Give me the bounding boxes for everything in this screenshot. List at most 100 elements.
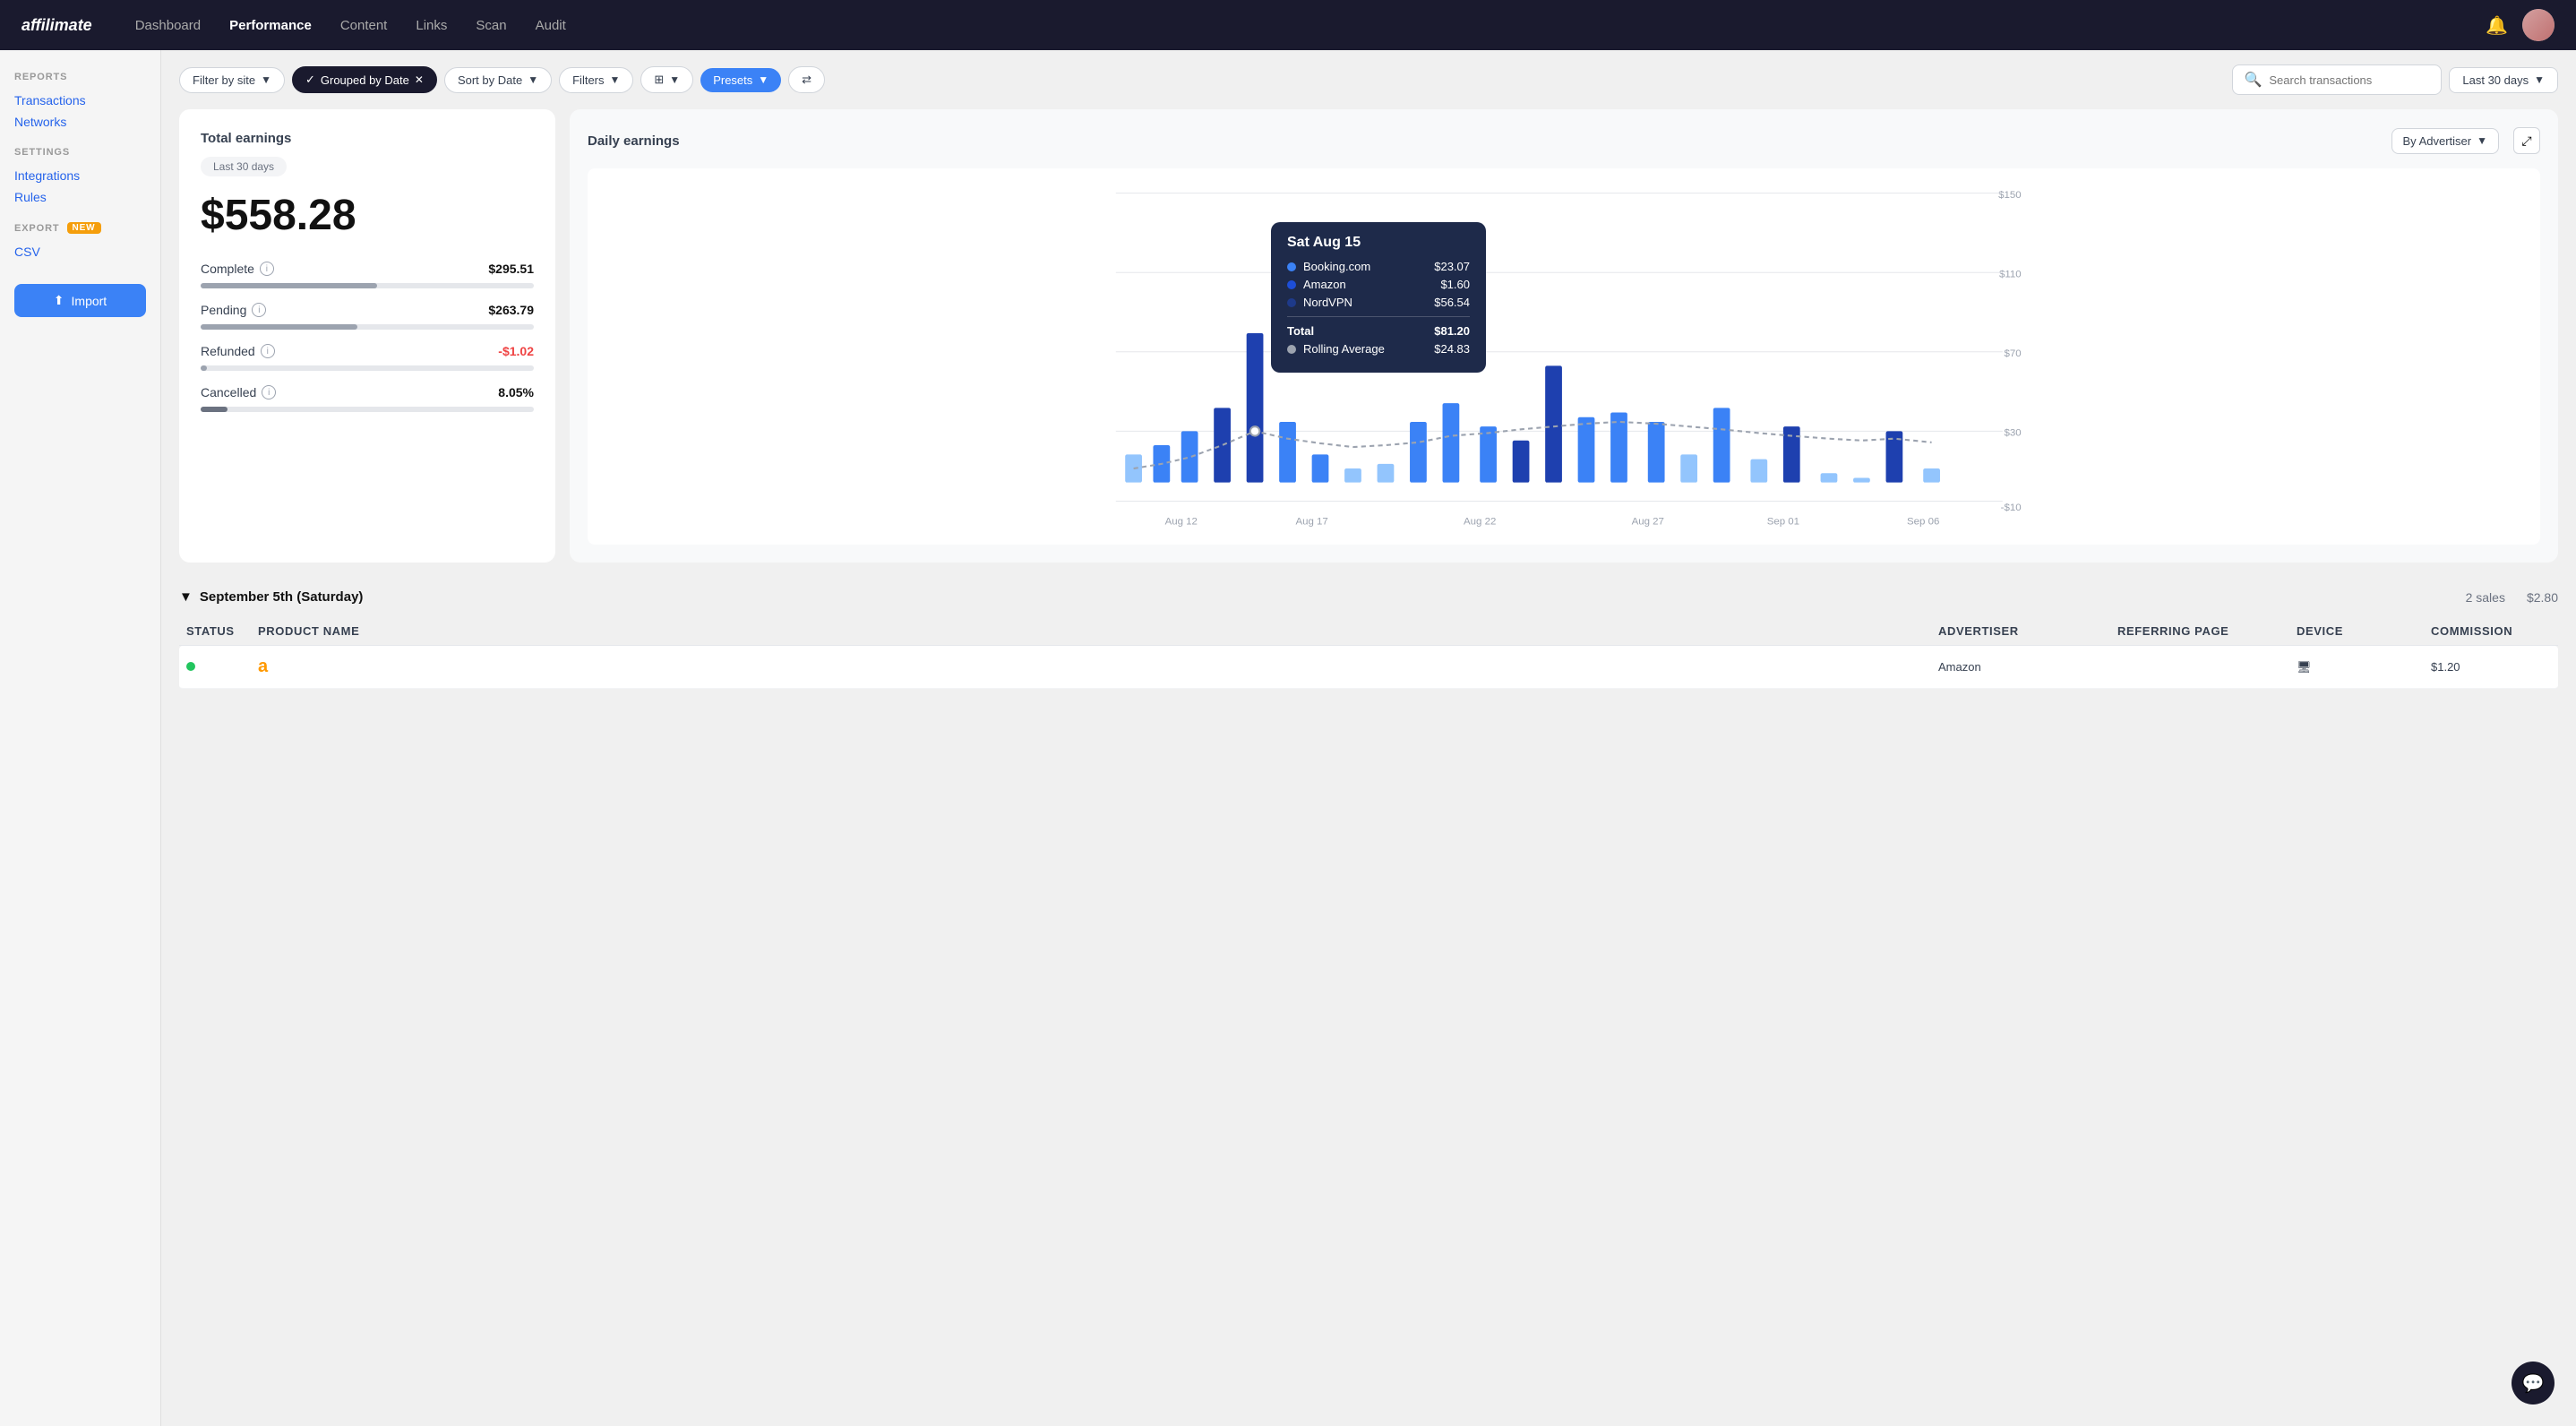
filter-by-site-button[interactable]: Filter by site ▼ xyxy=(179,67,285,93)
chart-tooltip: Sat Aug 15 Booking.com $23.07 Amazon xyxy=(1271,222,1486,373)
panels-row: Total earnings Last 30 days $558.28 Comp… xyxy=(179,109,2558,563)
search-box: 🔍 xyxy=(2232,64,2442,95)
cancelled-value: 8.05% xyxy=(498,385,534,399)
filters-button[interactable]: Filters ▼ xyxy=(559,67,633,93)
complete-label: Complete i xyxy=(201,262,274,276)
cancelled-label: Cancelled i xyxy=(201,385,276,399)
date-group-title: September 5th (Saturday) xyxy=(200,589,364,605)
collapse-icon: ▼ xyxy=(179,589,193,605)
svg-text:-$10: -$10 xyxy=(2001,503,2022,513)
search-input[interactable] xyxy=(2269,73,2430,87)
chart-panel: Daily earnings By Advertiser ▼ ⤢ xyxy=(570,109,2558,563)
columns-button[interactable]: ⊞ ▼ xyxy=(640,66,693,93)
nav-audit[interactable]: Audit xyxy=(536,18,566,33)
info-icon[interactable]: i xyxy=(260,262,274,276)
svg-text:$30: $30 xyxy=(2005,428,2022,439)
pending-value: $263.79 xyxy=(488,303,534,317)
stat-row-pending: Pending i $263.79 xyxy=(201,303,534,317)
tooltip-rolling: Rolling Average $24.83 xyxy=(1287,342,1470,356)
import-icon: ⬆ xyxy=(54,293,64,308)
main-layout: REPORTS Transactions Networks SETTINGS I… xyxy=(0,50,2576,1426)
row-status xyxy=(179,660,251,674)
transactions-section: ▼ September 5th (Saturday) 2 sales $2.80… xyxy=(179,577,2558,689)
export-new-badge: NEW xyxy=(67,222,101,234)
chevron-down-icon: ▼ xyxy=(669,73,680,86)
info-icon[interactable]: i xyxy=(252,303,266,317)
grouped-by-date-button[interactable]: ✓ Grouped by Date ✕ xyxy=(292,66,437,93)
close-icon[interactable]: ✕ xyxy=(415,73,424,86)
svg-text:Aug 12: Aug 12 xyxy=(1165,517,1198,528)
chevron-down-icon: ▼ xyxy=(2477,134,2487,147)
date-group-header[interactable]: ▼ September 5th (Saturday) 2 sales $2.80 xyxy=(179,577,2558,617)
svg-text:Aug 27: Aug 27 xyxy=(1632,517,1664,528)
svg-text:Sep 06: Sep 06 xyxy=(1907,517,1939,528)
chat-bubble-button[interactable]: 💬 xyxy=(2512,1362,2555,1405)
pending-progress xyxy=(201,324,534,330)
svg-text:Sep 01: Sep 01 xyxy=(1767,517,1799,528)
complete-progress xyxy=(201,283,534,288)
tooltip-total: Total $81.20 xyxy=(1287,316,1470,338)
chevron-down-icon: ▼ xyxy=(610,73,621,86)
reports-section-title: REPORTS xyxy=(14,72,146,82)
chart-svg: $150 $110 $70 $30 -$10 xyxy=(598,179,2529,534)
stat-row-complete: Complete i $295.51 xyxy=(201,262,534,276)
tooltip-date: Sat Aug 15 xyxy=(1287,235,1470,251)
svg-text:$70: $70 xyxy=(2005,348,2022,359)
nav-dashboard[interactable]: Dashboard xyxy=(135,18,201,33)
refunded-label: Refunded i xyxy=(201,344,275,358)
nav-performance[interactable]: Performance xyxy=(229,18,312,33)
presets-button[interactable]: Presets ▼ xyxy=(700,68,781,92)
nav-links[interactable]: Links xyxy=(416,18,447,33)
period-badge: Last 30 days xyxy=(201,157,287,176)
import-button[interactable]: ⬆ Import xyxy=(14,284,146,317)
sidebar-item-csv[interactable]: CSV xyxy=(14,241,146,262)
notification-bell-icon[interactable]: 🔔 xyxy=(2486,14,2508,37)
import-label: Import xyxy=(72,294,107,308)
avatar[interactable] xyxy=(2522,9,2555,41)
svg-text:Aug 17: Aug 17 xyxy=(1295,517,1327,528)
stat-row-refunded: Refunded i -$1.02 xyxy=(201,344,534,358)
settings-section-title: SETTINGS xyxy=(14,147,146,158)
chart-area: Sat Aug 15 Booking.com $23.07 Amazon xyxy=(588,168,2540,545)
col-header-status: Status xyxy=(179,624,251,638)
row-device: 🖥 xyxy=(2289,660,2424,674)
chevron-down-icon: ▼ xyxy=(261,73,271,86)
table-header: Status Product name Advertiser Referring… xyxy=(179,617,2558,646)
info-icon[interactable]: i xyxy=(261,344,275,358)
check-icon: ✓ xyxy=(305,73,315,87)
row-product: a xyxy=(251,657,1931,677)
nav-right: 🔔 xyxy=(2486,9,2555,41)
sort-by-date-button[interactable]: Sort by Date ▼ xyxy=(444,67,552,93)
row-commission: $1.20 xyxy=(2424,660,2558,674)
sidebar-item-integrations[interactable]: Integrations xyxy=(14,165,146,186)
settings-icon-button[interactable]: ⇄ xyxy=(788,66,825,93)
refunded-value: -$1.02 xyxy=(498,344,534,358)
pending-label: Pending i xyxy=(201,303,266,317)
sidebar-item-rules[interactable]: Rules xyxy=(14,186,146,208)
date-range-button[interactable]: Last 30 days ▼ xyxy=(2449,67,2558,93)
col-header-device: Device xyxy=(2289,624,2424,638)
status-dot-complete xyxy=(186,662,195,671)
by-advertiser-button[interactable]: By Advertiser ▼ xyxy=(2391,128,2499,154)
refunded-progress xyxy=(201,365,534,371)
export-section-title: EXPORT NEW xyxy=(14,222,146,234)
complete-value: $295.51 xyxy=(488,262,534,276)
nav-scan[interactable]: Scan xyxy=(476,18,506,33)
earnings-panel-title: Total earnings xyxy=(201,131,534,146)
info-icon[interactable]: i xyxy=(262,385,276,399)
group-sales: 2 sales xyxy=(2466,590,2505,605)
col-header-advertiser: Advertiser xyxy=(1931,624,2110,638)
chat-icon: 💬 xyxy=(2522,1372,2545,1395)
chart-header: Daily earnings By Advertiser ▼ ⤢ xyxy=(588,127,2540,154)
nav-content[interactable]: Content xyxy=(340,18,388,33)
total-amount: $558.28 xyxy=(201,191,534,240)
sidebar: REPORTS Transactions Networks SETTINGS I… xyxy=(0,50,161,1426)
expand-chart-button[interactable]: ⤢ xyxy=(2513,127,2540,154)
content-area: Filter by site ▼ ✓ Grouped by Date ✕ Sor… xyxy=(161,50,2576,1426)
top-nav: affilimate Dashboard Performance Content… xyxy=(0,0,2576,50)
search-icon: 🔍 xyxy=(2244,71,2262,89)
svg-text:$110: $110 xyxy=(1999,269,2022,279)
sidebar-item-transactions[interactable]: Transactions xyxy=(14,90,146,111)
tooltip-booking: Booking.com $23.07 xyxy=(1287,260,1470,273)
sidebar-item-networks[interactable]: Networks xyxy=(14,111,146,133)
